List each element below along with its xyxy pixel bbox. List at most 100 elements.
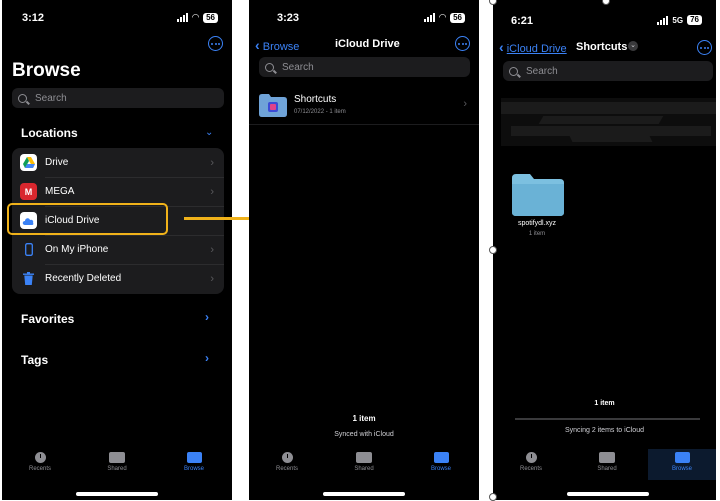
status-bar: 3:12 ◠ 56 (2, 12, 232, 26)
location-label: Recently Deleted (45, 273, 122, 284)
page-title: Browse (12, 60, 81, 81)
chevron-right-icon: › (210, 272, 214, 285)
shared-folder-icon (356, 452, 372, 463)
battery-icon: 76 (687, 15, 702, 25)
clock-icon (34, 452, 46, 463)
shared-folder-icon (599, 452, 615, 463)
tab-label: Shared (597, 466, 617, 472)
chevron-right-icon[interactable]: › (205, 351, 209, 365)
battery-icon: 56 (450, 12, 465, 23)
more-options-button[interactable] (697, 40, 712, 55)
chevron-down-icon[interactable]: ⌄ (205, 127, 213, 138)
home-indicator (76, 492, 158, 496)
wifi-icon: ◠ (192, 12, 200, 22)
tab-label: Browse (183, 466, 204, 472)
signal-icon (657, 15, 669, 25)
tab-label: Browse (430, 466, 451, 472)
tab-browse[interactable]: Browse (169, 452, 219, 472)
tab-shared[interactable]: Shared (582, 452, 632, 472)
status-time: 3:12 (22, 12, 45, 24)
selection-handle (489, 246, 497, 254)
status-bar: 3:23 ◠ 56 (249, 12, 479, 26)
more-options-button[interactable] (208, 36, 223, 51)
nav-title[interactable]: Shortcuts (576, 41, 627, 53)
chevron-right-icon: › (210, 156, 214, 169)
network-type: 5G (672, 15, 684, 25)
search-input[interactable]: Search (12, 88, 224, 108)
folder-item-spotifydl[interactable]: spotifydl.xyz 1 item (505, 174, 569, 244)
tab-shared[interactable]: Shared (339, 452, 389, 472)
status-bar: 6:21 5G 76 (493, 12, 716, 27)
tab-bar: Recents Shared Browse (493, 449, 716, 482)
chevron-left-icon: ‹ (255, 37, 260, 53)
tags-header[interactable]: Tags (21, 353, 48, 367)
folder-icon (674, 452, 690, 463)
search-icon (265, 62, 274, 72)
tab-recents[interactable]: Recents (262, 452, 312, 472)
location-item-mega[interactable]: M MEGA › (12, 177, 224, 206)
tab-browse[interactable]: Browse (416, 452, 466, 472)
tab-label: Recents (519, 466, 542, 472)
mega-icon: M (20, 183, 37, 200)
sync-status: Syncing 2 items to iCloud (565, 427, 644, 434)
folder-icon (512, 174, 564, 221)
status-time: 6:21 (511, 15, 534, 27)
sync-status: Synced with iCloud (334, 431, 394, 438)
locations-header[interactable]: Locations (21, 126, 78, 140)
screen-icloud-drive: 3:23 ◠ 56 ‹ Browse iCloud Drive Search S… (249, 0, 479, 500)
highlight-box (7, 203, 168, 235)
search-input[interactable]: Search (259, 57, 470, 77)
back-button[interactable]: ‹ iCloud Drive (499, 39, 567, 55)
location-item-drive[interactable]: Drive › (12, 148, 224, 177)
item-count: 1 item (352, 414, 376, 423)
location-item-recently-deleted[interactable]: Recently Deleted › (12, 264, 224, 293)
tab-recents[interactable]: Recents (15, 452, 65, 472)
battery-icon: 56 (203, 12, 218, 23)
wifi-icon: ◠ (439, 12, 447, 22)
screen-browse: 3:12 ◠ 56 Browse Search Locations ⌄ Driv… (2, 0, 232, 500)
folder-icon (433, 452, 449, 463)
google-drive-icon (20, 154, 37, 171)
favorites-header[interactable]: Favorites (21, 312, 74, 326)
chevron-right-icon: › (210, 243, 214, 256)
folder-name: spotifydl.xyz (517, 220, 557, 227)
search-input[interactable]: Search (503, 61, 713, 81)
screen-shortcuts-folder: 6:21 5G 76 ‹ iCloud Drive Shortcuts ⌄ Se… (493, 0, 716, 500)
folder-name: Shortcuts (294, 94, 337, 105)
more-options-button[interactable] (455, 36, 470, 51)
search-icon (509, 66, 518, 76)
chevron-right-icon: › (210, 185, 214, 198)
tab-label: Browse (671, 466, 692, 472)
folder-meta: 1 item (528, 231, 546, 237)
tab-label: Shared (354, 466, 374, 472)
tab-label: Recents (275, 466, 298, 472)
tab-label: Recents (28, 466, 51, 472)
clock-icon (281, 452, 293, 463)
tab-shared[interactable]: Shared (92, 452, 142, 472)
search-placeholder: Search (35, 92, 67, 104)
back-button[interactable]: ‹ Browse (255, 37, 299, 53)
back-label: Browse (262, 41, 300, 53)
chevron-left-icon: ‹ (499, 39, 504, 55)
tab-recents[interactable]: Recents (506, 452, 556, 472)
tab-label: Shared (107, 466, 127, 472)
tab-bar: Recents Shared Browse (2, 452, 232, 482)
chevron-right-icon[interactable]: › (205, 310, 209, 324)
tab-browse[interactable]: Browse (648, 449, 716, 480)
search-placeholder: Search (526, 65, 558, 77)
back-label: iCloud Drive (506, 43, 567, 55)
home-indicator (567, 492, 649, 496)
shortcuts-folder-icon (259, 94, 287, 122)
search-placeholder: Search (282, 61, 314, 73)
status-time: 3:23 (277, 12, 300, 24)
location-label: Drive (45, 157, 69, 168)
folder-icon (186, 452, 202, 463)
location-label: On My iPhone (45, 244, 109, 255)
home-indicator (323, 492, 405, 496)
folder-row-shortcuts[interactable]: Shortcuts 07/12/2022 - 1 item › (249, 88, 479, 125)
clock-icon (525, 452, 537, 463)
chevron-down-icon[interactable]: ⌄ (628, 41, 638, 51)
tab-bar: Recents Shared Browse (249, 452, 479, 482)
redacted-area (501, 98, 716, 146)
location-item-on-my-iphone[interactable]: On My iPhone › (12, 235, 224, 264)
